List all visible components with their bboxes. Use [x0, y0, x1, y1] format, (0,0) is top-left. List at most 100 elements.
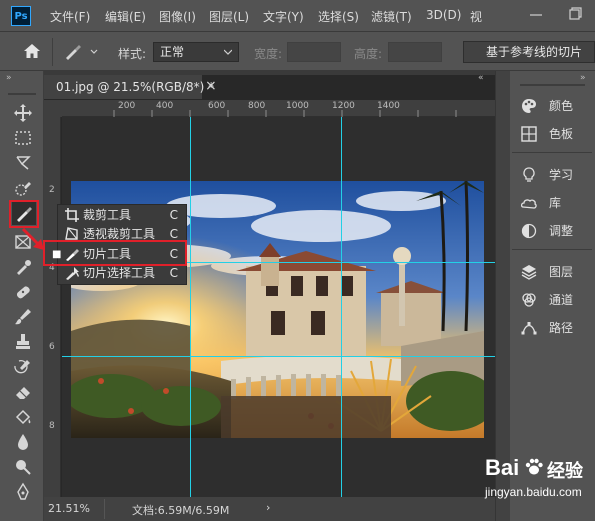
ruler-h-label: 400	[156, 101, 174, 111]
menu-type[interactable]: 文字(Y)	[263, 8, 304, 25]
width-label: 宽度:	[254, 47, 283, 61]
baidu-watermark: Bai 经验 jingyan.baidu.com	[475, 455, 595, 515]
panel-learn[interactable]: 学习	[512, 163, 592, 187]
healing-brush-tool-icon[interactable]	[8, 280, 38, 304]
panel-paths[interactable]: 路径	[512, 316, 592, 340]
eraser-tool-icon[interactable]	[8, 380, 38, 404]
close-tab-icon[interactable]: ×	[205, 78, 217, 94]
baidu-paw-icon	[524, 457, 544, 477]
crop-icon	[65, 208, 79, 222]
guide-horizontal[interactable]	[62, 356, 495, 357]
panel-libraries[interactable]: 库	[512, 191, 592, 215]
flyout-item-crop[interactable]: 裁剪工具 C	[58, 206, 186, 225]
document-size: 文档:6.59M/6.59M	[132, 504, 230, 517]
panel-separator	[512, 152, 592, 153]
vertical-ruler[interactable]: 2 4 6 8	[44, 117, 61, 497]
paint-bucket-tool-icon[interactable]	[8, 405, 38, 429]
restore-icon[interactable]	[568, 7, 582, 21]
lasso-tool-icon[interactable]	[8, 151, 38, 175]
menu-layer[interactable]: 图层(L)	[209, 8, 249, 25]
ruler-corner	[44, 100, 62, 117]
style-label: 样式:	[118, 47, 147, 61]
panel-label: 路径	[549, 321, 574, 335]
menu-filter[interactable]: 滤镜(T)	[371, 8, 412, 25]
panel-adjustments[interactable]: 调整	[512, 219, 592, 243]
divider	[52, 38, 53, 66]
panel-label: 调整	[549, 224, 574, 238]
paths-icon	[521, 322, 537, 335]
brush-tool-icon[interactable]	[8, 305, 38, 329]
style-select-value: 正常	[160, 45, 185, 59]
menu-file[interactable]: 文件(F)	[50, 8, 90, 25]
slice-tool-icon[interactable]	[12, 202, 36, 225]
width-input[interactable]	[287, 42, 341, 62]
flyout-item-label: 切片选择工具	[83, 266, 156, 280]
panel-label: 库	[549, 196, 562, 210]
panel-label: 图层	[549, 265, 574, 279]
swatches-icon	[521, 126, 537, 142]
menu-image[interactable]: 图像(I)	[159, 8, 196, 25]
style-select[interactable]: 正常	[153, 42, 239, 62]
flyout-item-label: 裁剪工具	[83, 208, 132, 222]
divider	[104, 499, 105, 519]
menu-3d[interactable]: 3D(D)	[426, 8, 461, 22]
status-menu-arrow[interactable]: ›	[266, 501, 270, 514]
ruler-v-label: 2	[49, 185, 55, 195]
panel-color[interactable]: 颜色	[512, 94, 592, 118]
collapse-toolbox-icon[interactable]: »	[6, 73, 20, 83]
flyout-item-slice-select[interactable]: 切片选择工具 C	[58, 264, 186, 283]
history-brush-tool-icon[interactable]	[8, 355, 38, 379]
pen-tool-icon[interactable]	[8, 480, 38, 504]
panel-label: 颜色	[549, 99, 574, 113]
panel-label: 通道	[549, 293, 574, 307]
flyout-item-shortcut: C	[169, 208, 178, 222]
menu-edit[interactable]: 编辑(E)	[105, 8, 146, 25]
panel-swatches[interactable]: 色板	[512, 122, 592, 146]
libraries-icon	[521, 199, 537, 209]
flyout-item-shortcut: C	[169, 266, 178, 280]
watermark-brand-suffix: 经验	[547, 461, 583, 482]
collapse-panels-icon[interactable]: «	[478, 73, 484, 83]
perspective-crop-icon	[65, 227, 78, 240]
panel-label: 色板	[549, 127, 574, 141]
marquee-tool-icon[interactable]	[8, 126, 38, 150]
expand-panels-icon[interactable]: »	[580, 73, 586, 83]
ruler-v-label: 6	[49, 342, 55, 352]
chevron-down-icon	[224, 49, 232, 55]
menu-view[interactable]: 视	[470, 8, 482, 25]
panel-dock-collapsed-bar	[495, 71, 510, 521]
document-tab[interactable]: 01.jpg @ 21.5%(RGB/8*) *	[44, 75, 214, 99]
zoom-level[interactable]: 21.51%	[48, 502, 90, 515]
clone-stamp-tool-icon[interactable]	[8, 330, 38, 354]
panel-layers[interactable]: 图层	[512, 260, 592, 284]
guide-vertical[interactable]	[341, 117, 342, 497]
horizontal-ruler[interactable]: 200 400 600 800 1000 1200 1400	[62, 100, 495, 117]
photoshop-logo: Ps	[11, 6, 31, 26]
tool-preset-picker[interactable]	[63, 43, 101, 61]
guide-vertical[interactable]	[190, 117, 191, 497]
slices-from-guides-button[interactable]: 基于参考线的切片	[463, 41, 595, 63]
panel-grip	[520, 84, 585, 86]
adjustments-icon	[521, 223, 537, 239]
panel-separator	[512, 249, 592, 250]
menu-select[interactable]: 选择(S)	[318, 8, 359, 25]
ruler-h-label: 800	[248, 101, 266, 111]
quick-selection-tool-icon[interactable]	[8, 176, 38, 200]
ruler-h-label: 600	[208, 101, 226, 111]
document-tab-title: 01.jpg @ 21.5%(RGB/8*) *	[56, 80, 215, 94]
toolbox-grip	[8, 93, 36, 95]
eyedropper-tool-icon[interactable]	[8, 255, 38, 279]
height-input[interactable]	[388, 42, 442, 62]
minimize-icon[interactable]	[529, 7, 543, 21]
panel-label: 学习	[549, 168, 574, 182]
home-icon[interactable]	[22, 42, 42, 60]
ruler-h-label: 1400	[377, 101, 400, 111]
dodge-tool-icon[interactable]	[8, 455, 38, 479]
move-tool-icon[interactable]	[8, 101, 38, 125]
panel-channels[interactable]: 通道	[512, 288, 592, 312]
palette-icon	[522, 99, 536, 113]
blur-tool-icon[interactable]	[8, 430, 38, 454]
ruler-v-label: 8	[49, 421, 55, 431]
arrow-icon	[20, 226, 50, 254]
lightbulb-icon	[523, 167, 535, 182]
